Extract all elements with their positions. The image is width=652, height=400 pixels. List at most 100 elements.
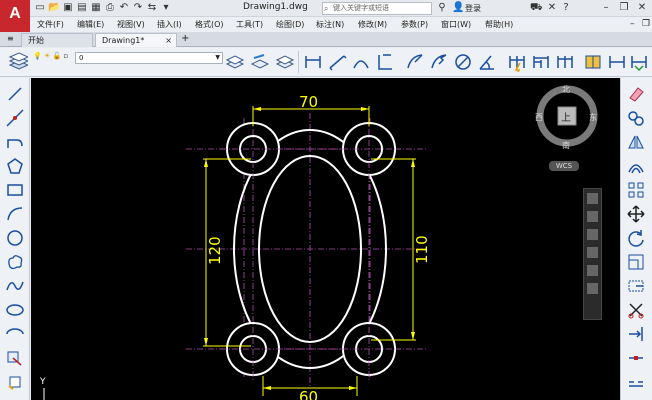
layer-manager-icon[interactable] bbox=[8, 51, 28, 71]
menu-help[interactable]: 帮助(H) bbox=[485, 19, 513, 30]
break-icon[interactable] bbox=[626, 348, 646, 368]
continue-dimension-icon[interactable] bbox=[555, 52, 575, 72]
erase-icon[interactable] bbox=[626, 84, 646, 104]
save-as-icon[interactable]: ▤ bbox=[76, 2, 88, 14]
jogged-dimension-icon[interactable] bbox=[429, 52, 449, 72]
help-icon[interactable]: ? bbox=[560, 2, 572, 14]
minimize-button[interactable]: – bbox=[600, 1, 612, 15]
orbit-icon[interactable] bbox=[587, 247, 598, 258]
zoom-icon[interactable] bbox=[587, 229, 598, 240]
ordinate-dimension-icon[interactable] bbox=[375, 52, 395, 72]
new-tab-button[interactable]: + bbox=[181, 33, 189, 44]
menu-modify[interactable]: 修改(M) bbox=[358, 19, 387, 30]
menu-window[interactable]: 窗口(W) bbox=[441, 19, 471, 30]
array-icon[interactable] bbox=[626, 180, 646, 200]
dimension-update-icon[interactable] bbox=[629, 52, 649, 72]
aligned-dimension-icon[interactable] bbox=[327, 52, 347, 72]
rotate-icon[interactable] bbox=[626, 228, 646, 248]
doc-restore-button[interactable]: ❐ bbox=[642, 19, 650, 29]
share-icon[interactable]: ⇆ bbox=[146, 2, 158, 14]
insert-block-icon[interactable] bbox=[5, 348, 25, 368]
revision-cloud-icon[interactable] bbox=[5, 252, 25, 272]
redo-icon[interactable]: ↷ bbox=[132, 2, 144, 14]
tab-close-icon[interactable]: × bbox=[165, 34, 172, 47]
make-block-icon[interactable] bbox=[5, 372, 25, 392]
pan-icon[interactable] bbox=[587, 211, 598, 222]
stretch-icon[interactable] bbox=[626, 276, 646, 296]
ellipse-tool-icon[interactable] bbox=[5, 300, 25, 320]
user-icon[interactable]: 👤 bbox=[452, 2, 464, 14]
save-icon[interactable]: ▣ bbox=[62, 2, 74, 14]
offset-icon[interactable] bbox=[626, 156, 646, 176]
diameter-dimension-icon[interactable] bbox=[453, 52, 473, 72]
drawing-canvas[interactable]: 70 60 120 110 Y 上 北 南 东 西 WCS bbox=[31, 78, 620, 400]
wcs-menu-button[interactable]: WCS bbox=[549, 161, 579, 171]
menu-edit[interactable]: 编辑(E) bbox=[77, 19, 104, 30]
restore-button[interactable]: ❐ bbox=[618, 1, 630, 15]
binoculars-icon[interactable]: ⚲ bbox=[436, 2, 448, 14]
print-icon[interactable]: ⎙ bbox=[104, 2, 116, 14]
viewcube-south[interactable]: 南 bbox=[562, 140, 570, 150]
join-icon[interactable] bbox=[626, 372, 646, 392]
viewcube-west[interactable]: 西 bbox=[535, 113, 543, 122]
application-logo[interactable]: A bbox=[0, 0, 30, 33]
menu-dimension[interactable]: 标注(N) bbox=[316, 19, 344, 30]
layer-match-icon[interactable] bbox=[250, 52, 270, 72]
undo-icon[interactable]: ↶ bbox=[118, 2, 130, 14]
cart-icon[interactable]: ⛟ bbox=[530, 2, 543, 14]
open-file-icon[interactable]: 📂 bbox=[48, 2, 60, 14]
tabs-menu-icon[interactable]: ≡ bbox=[7, 34, 14, 43]
viewcube-east[interactable]: 东 bbox=[589, 112, 597, 122]
arc-length-icon[interactable] bbox=[351, 52, 371, 72]
ellipse-arc-tool-icon[interactable] bbox=[5, 324, 25, 344]
new-file-icon[interactable]: ▭ bbox=[34, 2, 46, 14]
polyline-tool-icon[interactable] bbox=[5, 132, 25, 152]
baseline-dimension-icon[interactable] bbox=[531, 52, 551, 72]
circle-tool-icon[interactable] bbox=[5, 228, 25, 248]
layer-dropdown[interactable]: 0 ▼ bbox=[75, 52, 223, 64]
lock-icon[interactable]: 🔓 bbox=[52, 52, 61, 60]
layer-previous-icon[interactable] bbox=[225, 52, 245, 72]
linear-dimension-icon[interactable] bbox=[303, 52, 323, 72]
menu-draw[interactable]: 绘图(D) bbox=[276, 19, 304, 30]
scale-icon[interactable] bbox=[626, 252, 646, 272]
quick-dimension-icon[interactable] bbox=[507, 52, 527, 72]
radius-dimension-icon[interactable] bbox=[405, 52, 425, 72]
search-input[interactable]: ⌕ 键入关键字或短语 bbox=[322, 2, 432, 15]
menu-file[interactable]: 文件(F) bbox=[37, 19, 64, 30]
color-swatch-icon[interactable]: ▫ bbox=[63, 52, 68, 60]
rectangle-tool-icon[interactable] bbox=[5, 180, 25, 200]
extend-icon[interactable] bbox=[626, 324, 646, 344]
tab-drawing1[interactable]: Drawing1* × bbox=[95, 33, 177, 47]
copy-icon[interactable] bbox=[626, 108, 646, 128]
viewcube-north[interactable]: 北 bbox=[562, 85, 570, 94]
viewcube[interactable]: 上 北 南 东 西 bbox=[535, 85, 598, 150]
lightbulb-icon[interactable]: 💡 bbox=[33, 52, 42, 60]
tab-start[interactable]: 开始 bbox=[21, 33, 93, 47]
menu-tools[interactable]: 工具(T) bbox=[236, 19, 263, 30]
angular-dimension-icon[interactable] bbox=[477, 52, 497, 72]
move-icon[interactable] bbox=[626, 204, 646, 224]
menu-view[interactable]: 视图(V) bbox=[117, 19, 145, 30]
menu-format[interactable]: 格式(O) bbox=[195, 19, 224, 30]
trim-icon[interactable] bbox=[626, 300, 646, 320]
spline-tool-icon[interactable] bbox=[5, 276, 25, 296]
steering-wheel-icon[interactable] bbox=[587, 193, 598, 204]
quick-access-dropdown-icon[interactable]: ▾ bbox=[160, 2, 172, 14]
menu-insert[interactable]: 插入(I) bbox=[157, 19, 182, 30]
arc-tool-icon[interactable] bbox=[5, 204, 25, 224]
doc-minimize-button[interactable]: – bbox=[630, 19, 635, 29]
construction-line-icon[interactable] bbox=[5, 108, 25, 128]
menu-parametric[interactable]: 参数(P) bbox=[401, 19, 428, 30]
tolerance-icon[interactable] bbox=[583, 52, 603, 72]
line-tool-icon[interactable] bbox=[5, 84, 25, 104]
navbar-settings-icon[interactable] bbox=[587, 283, 598, 294]
polygon-tool-icon[interactable] bbox=[5, 156, 25, 176]
navigation-bar[interactable] bbox=[583, 188, 602, 320]
mirror-icon[interactable] bbox=[626, 132, 646, 152]
close-button[interactable]: ✕ bbox=[636, 1, 648, 15]
sun-icon[interactable]: ☀ bbox=[44, 52, 50, 60]
layer-isolate-icon[interactable] bbox=[275, 52, 295, 72]
a360-icon[interactable]: ✕ bbox=[546, 2, 558, 14]
login-link[interactable]: 登录 bbox=[465, 3, 481, 14]
